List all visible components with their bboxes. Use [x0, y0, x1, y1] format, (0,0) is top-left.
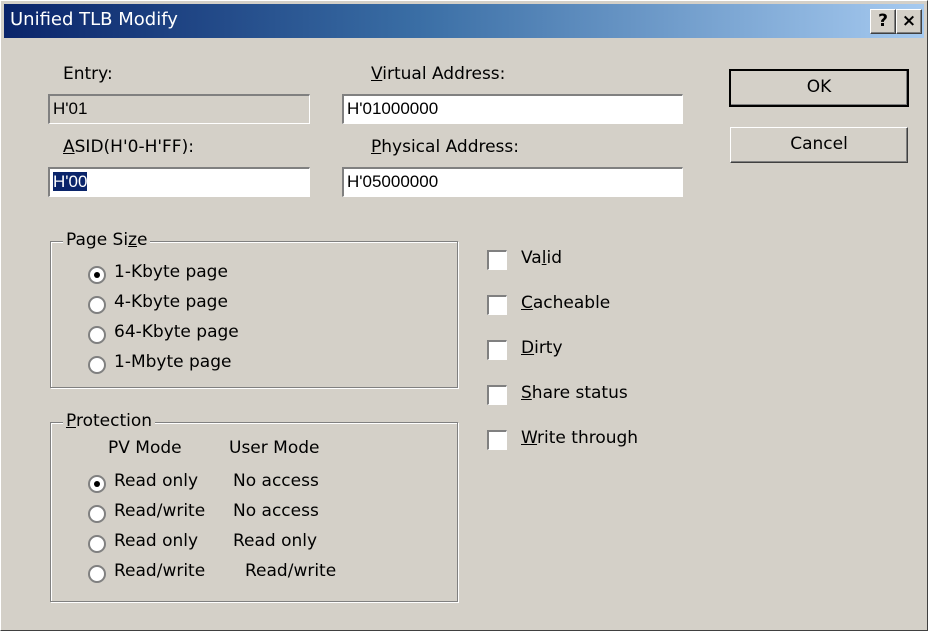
- protection-pv-2[interactable]: Read/write: [114, 501, 205, 521]
- protection-legend-mnemonic: P: [66, 411, 76, 431]
- asid-label: ASID(H'0-H'FF):: [63, 137, 194, 157]
- page-size-option-1m[interactable]: 1-Mbyte page: [114, 352, 231, 372]
- dirty-checkbox[interactable]: [487, 340, 507, 360]
- share-status-label-post: hare status: [531, 383, 628, 403]
- share-status-label-mnemonic: S: [521, 383, 532, 403]
- share-status-checkbox[interactable]: [487, 385, 507, 405]
- asid-label-text: SID(H'0-H'FF):: [74, 137, 194, 157]
- write-through-checkbox[interactable]: [487, 430, 507, 450]
- protection-pv-3[interactable]: Read only: [114, 531, 198, 551]
- virtual-address-label-mnemonic: V: [371, 64, 383, 84]
- physical-address-value: H'05000000: [347, 172, 439, 191]
- page-size-legend-post: e: [137, 230, 148, 250]
- title-bar: Unified TLB Modify ? ×: [4, 4, 924, 38]
- write-through-label-post: rite through: [537, 428, 639, 448]
- cacheable-label-mnemonic: C: [521, 293, 533, 313]
- protection-pv-1[interactable]: Read only: [114, 471, 198, 491]
- cacheable-label[interactable]: Cacheable: [521, 293, 610, 313]
- ok-button[interactable]: OK: [729, 69, 909, 107]
- tlb-modify-dialog: Unified TLB Modify ? × Entry: H'01 Virtu…: [0, 0, 928, 631]
- asid-value: H'00: [53, 172, 88, 191]
- protection-group: Protection PV Mode User Mode Read only N…: [50, 411, 458, 602]
- protection-legend: Protection: [63, 411, 156, 431]
- virtual-address-label-text: irtual Address:: [382, 64, 506, 84]
- write-through-label[interactable]: Write through: [521, 428, 638, 448]
- physical-address-label-mnemonic: P: [371, 137, 382, 157]
- protection-user-1[interactable]: No access: [233, 471, 319, 491]
- window-title: Unified TLB Modify: [10, 9, 178, 30]
- protection-user-4[interactable]: Read/write: [245, 561, 336, 581]
- page-size-option-1k[interactable]: 1-Kbyte page: [114, 262, 228, 282]
- cacheable-checkbox[interactable]: [487, 295, 507, 315]
- page-size-radio-64k[interactable]: [88, 326, 106, 344]
- virtual-address-value: H'01000000: [347, 99, 439, 118]
- page-size-group: Page Size 1-Kbyte page 4-Kbyte page 64-K…: [50, 230, 458, 388]
- dirty-label-mnemonic: D: [521, 338, 535, 358]
- protection-legend-text: rotection: [75, 411, 153, 431]
- page-size-radio-1m[interactable]: [88, 356, 106, 374]
- virtual-address-input[interactable]: H'01000000: [342, 94, 683, 124]
- physical-address-label: Physical Address:: [371, 137, 519, 157]
- cacheable-label-post: acheable: [532, 293, 611, 313]
- valid-checkbox[interactable]: [487, 250, 507, 270]
- page-size-legend: Page Size: [63, 230, 151, 250]
- share-status-label[interactable]: Share status: [521, 383, 628, 403]
- protection-user-2[interactable]: No access: [233, 501, 319, 521]
- entry-field: H'01: [48, 94, 310, 124]
- page-size-radio-1k[interactable]: [88, 266, 106, 284]
- protection-user-3[interactable]: Read only: [233, 531, 317, 551]
- protection-pv-4[interactable]: Read/write: [114, 561, 205, 581]
- protection-radio-2[interactable]: [88, 505, 106, 523]
- dirty-label-post: irty: [534, 338, 563, 358]
- valid-label-pre: Va: [521, 248, 542, 268]
- valid-label[interactable]: Valid: [521, 248, 562, 268]
- cancel-button[interactable]: Cancel: [730, 127, 908, 163]
- help-icon: ?: [878, 11, 888, 31]
- page-size-option-64k[interactable]: 64-Kbyte page: [114, 322, 239, 342]
- page-size-legend-pre: Page Si: [66, 230, 129, 250]
- page-size-radio-4k[interactable]: [88, 296, 106, 314]
- physical-address-label-text: hysical Address:: [381, 137, 520, 157]
- dirty-label[interactable]: Dirty: [521, 338, 563, 358]
- virtual-address-label: Virtual Address:: [371, 64, 505, 84]
- protection-radio-1[interactable]: [88, 475, 106, 493]
- asid-label-mnemonic: A: [63, 137, 75, 157]
- pv-mode-header: PV Mode: [108, 438, 182, 458]
- close-icon: ×: [901, 11, 917, 31]
- help-button[interactable]: ?: [870, 9, 896, 34]
- page-size-option-4k[interactable]: 4-Kbyte page: [114, 292, 228, 312]
- close-button[interactable]: ×: [896, 9, 922, 34]
- asid-input[interactable]: H'00: [48, 167, 310, 197]
- page-size-legend-mnemonic: z: [128, 230, 138, 250]
- entry-value: H'01: [53, 99, 88, 118]
- user-mode-header: User Mode: [229, 438, 320, 458]
- physical-address-input[interactable]: H'05000000: [342, 167, 683, 197]
- protection-radio-3[interactable]: [88, 535, 106, 553]
- valid-label-post: id: [546, 248, 562, 268]
- write-through-label-mnemonic: W: [521, 428, 538, 448]
- entry-label: Entry:: [63, 64, 113, 84]
- protection-radio-4[interactable]: [88, 565, 106, 583]
